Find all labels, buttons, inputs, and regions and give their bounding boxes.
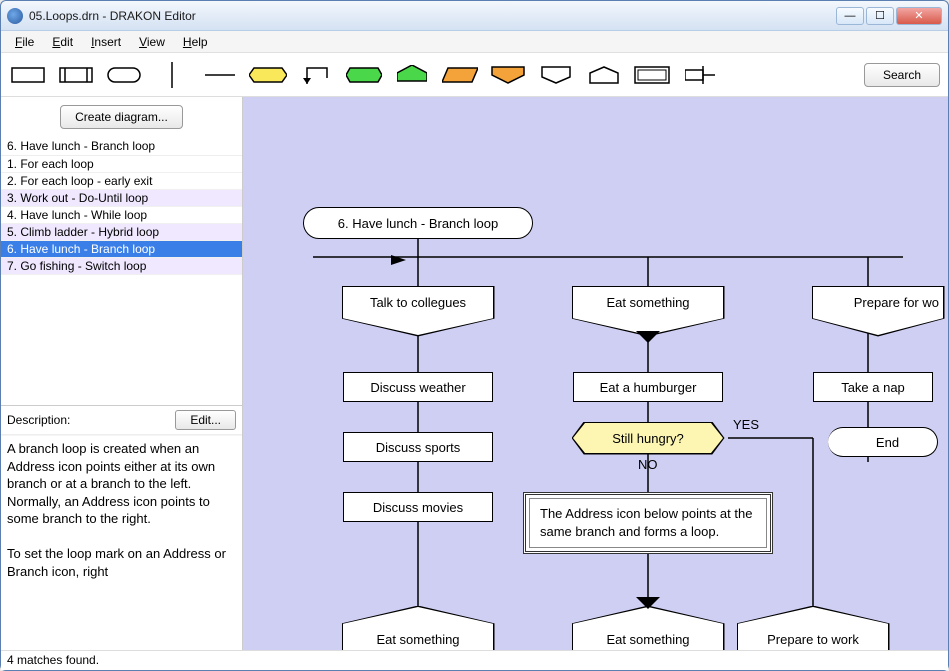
list-item[interactable]: 2. For each loop - early exit <box>1 173 242 190</box>
no-label: NO <box>638 457 658 472</box>
connector-icon[interactable] <box>681 61 719 89</box>
loop-marker-icon <box>636 331 660 343</box>
branch-head[interactable]: Talk to collegues <box>343 287 493 335</box>
menu-edit[interactable]: Edit <box>44 33 81 51</box>
loop-marker-icon <box>636 597 660 609</box>
branch-head[interactable]: Eat something <box>573 287 723 335</box>
branch-head[interactable]: Prepare for wo <box>813 287 943 335</box>
menu-file[interactable]: File <box>7 33 42 51</box>
window-title: 05.Loops.drn - DRAKON Editor <box>29 9 836 23</box>
question-box[interactable]: Still hungry? <box>573 423 723 453</box>
yes-label: YES <box>733 417 759 432</box>
statusbar: 4 matches found. <box>1 650 948 670</box>
list-item[interactable]: 6. Have lunch - Branch loop <box>1 241 242 258</box>
begin-end-icon[interactable] <box>105 61 143 89</box>
if-icon[interactable] <box>249 61 287 89</box>
toolbar: Search <box>1 53 948 97</box>
vertical-line-icon[interactable] <box>153 61 191 89</box>
address-icon-box[interactable]: Prepare to work <box>738 607 888 650</box>
titlebar: 05.Loops.drn - DRAKON Editor — ☐ ✕ <box>1 1 948 31</box>
app-window: 05.Loops.drn - DRAKON Editor — ☐ ✕ File … <box>0 0 949 671</box>
sidebar: Create diagram... 6. Have lunch - Branch… <box>1 97 243 650</box>
insertion-icon[interactable] <box>57 61 95 89</box>
diagram-title[interactable]: 6. Have lunch - Branch loop <box>303 207 533 239</box>
branch-icon[interactable] <box>537 61 575 89</box>
breadcrumb: 6. Have lunch - Branch loop <box>1 137 242 156</box>
list-item[interactable]: 3. Work out - Do-Until loop <box>1 190 242 207</box>
comment-box[interactable]: The Address icon below points at the sam… <box>523 492 773 554</box>
action-box[interactable]: Take a nap <box>813 372 933 402</box>
case-green-icon[interactable] <box>393 61 431 89</box>
close-button[interactable]: ✕ <box>896 7 942 25</box>
list-item[interactable]: 4. Have lunch - While loop <box>1 207 242 224</box>
diagram-canvas[interactable]: 6. Have lunch - Branch loop Talk to coll… <box>243 97 948 650</box>
create-diagram-button[interactable]: Create diagram... <box>60 105 183 129</box>
main-area: Create diagram... 6. Have lunch - Branch… <box>1 97 948 650</box>
arrow-loop-icon[interactable] <box>297 61 335 89</box>
list-item[interactable]: 1. For each loop <box>1 156 242 173</box>
action-box[interactable]: Eat a humburger <box>573 372 723 402</box>
search-button[interactable]: Search <box>864 63 940 87</box>
select-icon[interactable] <box>345 61 383 89</box>
description-header: Description: Edit... <box>1 406 242 435</box>
menu-insert[interactable]: Insert <box>83 33 129 51</box>
end-box[interactable]: End <box>828 427 938 457</box>
address-icon[interactable] <box>585 61 623 89</box>
address-icon-box[interactable]: Eat something <box>343 607 493 650</box>
list-item[interactable]: 5. Climb ladder - Hybrid loop <box>1 224 242 241</box>
maximize-button[interactable]: ☐ <box>866 7 894 25</box>
shelf-icon[interactable] <box>441 61 479 89</box>
description-label: Description: <box>7 413 70 427</box>
menu-help[interactable]: Help <box>175 33 216 51</box>
diagram-list[interactable]: 1. For each loop 2. For each loop - earl… <box>1 156 242 406</box>
address-icon-box[interactable]: Eat something <box>573 607 723 650</box>
description-text: A branch loop is created when an Address… <box>1 435 242 650</box>
edit-button[interactable]: Edit... <box>175 410 236 430</box>
menubar: File Edit Insert View Help <box>1 31 948 53</box>
action-box[interactable]: Discuss weather <box>343 372 493 402</box>
list-item[interactable]: 7. Go fishing - Switch loop <box>1 258 242 275</box>
app-icon <box>7 8 23 24</box>
menu-view[interactable]: View <box>131 33 173 51</box>
output-icon[interactable] <box>489 61 527 89</box>
action-box[interactable]: Discuss sports <box>343 432 493 462</box>
action-box[interactable]: Discuss movies <box>343 492 493 522</box>
horizontal-line-icon[interactable] <box>201 61 239 89</box>
action-icon[interactable] <box>9 61 47 89</box>
comment-icon[interactable] <box>633 61 671 89</box>
minimize-button[interactable]: — <box>836 7 864 25</box>
window-controls: — ☐ ✕ <box>836 7 942 25</box>
